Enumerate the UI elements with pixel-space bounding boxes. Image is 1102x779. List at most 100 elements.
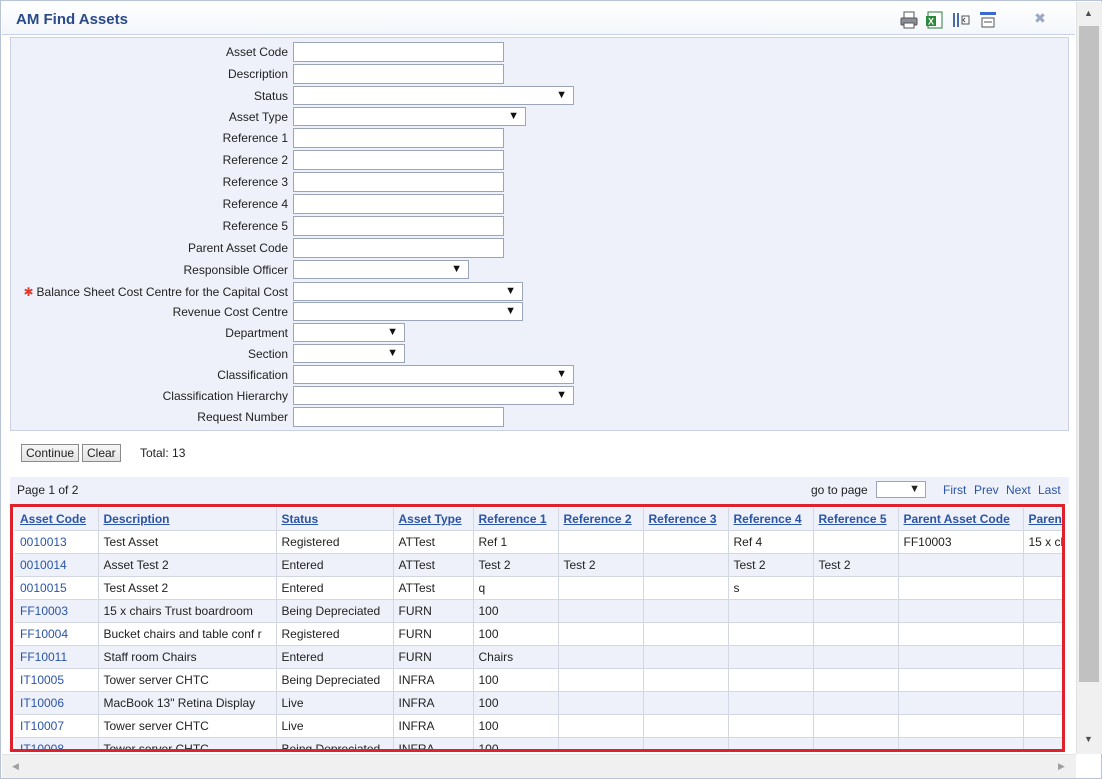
asset-code-link[interactable]: 0010013 [15,530,99,554]
continue-button[interactable]: Continue [21,444,80,462]
column-header[interactable]: Reference 1 [473,508,559,531]
column-header[interactable]: Status [276,508,394,531]
pager-prev-link[interactable]: Prev [974,483,999,497]
column-header[interactable]: Parent Asset Description [1023,508,1062,531]
asset-type-select[interactable]: ▼ [293,107,526,126]
field-label: Reference 5 [222,219,288,233]
table-cell: Entered [276,553,394,577]
table-cell: MacBook 13" Retina Display [98,691,277,715]
reference-5-input[interactable] [293,216,504,236]
pager-next-link[interactable]: Next [1006,483,1031,497]
table-row[interactable]: 0010015 Test Asset 2 Entered ATTest q s [15,576,1062,600]
department-select[interactable]: ▼ [293,323,405,342]
table-cell [1023,553,1062,577]
asset-code-link[interactable]: FF10004 [15,622,99,646]
status-select[interactable]: ▼ [293,86,574,105]
go-to-page-select[interactable]: ▼ [876,481,926,498]
excel-export-icon[interactable]: X [925,10,945,30]
table-row[interactable]: IT10006 MacBook 13" Retina Display Live INF… [15,691,1062,715]
classification-select[interactable]: ▼ [293,365,574,384]
table-cell [898,645,1024,669]
total-count: Total: 13 [140,446,186,460]
clear-button[interactable]: Clear [82,444,121,462]
balance-sheet-cost-centre-label: Balance Sheet Cost Centre for the Capita… [36,285,288,299]
field-label: Description [227,67,288,81]
table-row[interactable]: IT10007 Tower server CHTC Live INFRA 100 [15,714,1062,738]
scroll-right-icon[interactable]: ▶ [1058,761,1065,772]
balance-sheet-cost-centre-select[interactable]: ▼ [293,282,523,301]
classification-hierarchy-select[interactable]: ▼ [293,386,574,405]
svg-text:X: X [928,17,934,27]
asset-code-link[interactable]: IT10005 [15,668,99,692]
vertical-scrollbar[interactable]: ▲ ▼ [1076,2,1102,754]
table-cell [728,645,814,669]
scroll-up-icon[interactable]: ▲ [1084,8,1093,18]
asset-code-link[interactable]: FF10011 [15,645,99,669]
table-row[interactable]: 0010014 Asset Test 2 Entered ATTest Test 2 Te… [15,553,1062,577]
parent-asset-code-input[interactable] [293,238,504,258]
scroll-down-icon[interactable]: ▼ [1084,734,1093,744]
column-header[interactable]: Reference 4 [728,508,814,531]
revenue-cost-centre-select[interactable]: ▼ [293,302,523,321]
table-cell: Being Depreciated [276,668,394,692]
field-label: Reference 4 [222,197,288,211]
column-header[interactable]: Parent Asset Code [898,508,1024,531]
section-select[interactable]: ▼ [293,344,405,363]
column-header[interactable]: Asset Code [15,508,99,531]
pager-first-link[interactable]: First [943,483,966,497]
table-cell: Staff room Chairs [98,645,277,669]
table-cell: ATTest [393,576,474,600]
table-row[interactable]: FF10003 15 x chairs Trust boardroom Being … [15,599,1062,623]
reference-3-input[interactable] [293,172,504,192]
column-header[interactable]: Reference 3 [643,508,729,531]
pager-last-link[interactable]: Last [1038,483,1061,497]
scrollbar-thumb[interactable] [1079,26,1099,682]
table-row[interactable]: 0010013 Test Asset Registered ATTest Ref 1 Re… [15,530,1062,554]
field-row-reference-1: Reference 1 [11,128,1070,148]
asset-code-link[interactable]: IT10008 [15,737,99,749]
am-find-assets-dialog: AM Find Assets X ✖ Asset Code Descriptio… [0,0,1102,779]
print-icon[interactable] [899,10,919,30]
results-table: Asset Code Description Status Asset Type Ref… [15,508,1062,749]
results-grid: Asset Code Description Status Asset Type Ref… [10,504,1065,752]
dropdown-arrow-icon: ▼ [387,347,398,359]
column-header[interactable]: Description [98,508,277,531]
field-label: Revenue Cost Centre [172,305,288,319]
table-row[interactable]: IT10008 Tower server CHTC Being Depreciate… [15,737,1062,749]
table-cell: INFRA [393,737,474,749]
column-header[interactable]: Reference 5 [813,508,899,531]
description-input[interactable] [293,64,504,84]
collapse-icon[interactable] [978,10,998,30]
field-row-reference-4: Reference 4 [11,194,1070,214]
table-cell [643,530,729,554]
reference-4-input[interactable] [293,194,504,214]
table-cell: Entered [276,576,394,600]
table-cell [643,737,729,749]
reference-1-input[interactable] [293,128,504,148]
asset-code-link[interactable]: IT10006 [15,691,99,715]
table-row[interactable]: FF10011 Staff room Chairs Entered FURN Chair… [15,645,1062,669]
table-cell [898,599,1024,623]
close-icon[interactable]: ✖ [1032,10,1048,26]
column-chooser-icon[interactable] [951,10,971,30]
asset-code-link[interactable]: 0010015 [15,576,99,600]
request-number-input[interactable] [293,407,504,427]
responsible-officer-select[interactable]: ▼ [293,260,469,279]
table-cell: Entered [276,645,394,669]
column-header[interactable]: Asset Type [393,508,474,531]
table-cell [643,622,729,646]
table-cell [558,599,644,623]
table-cell [898,622,1024,646]
table-cell: 100 [473,714,559,738]
scroll-left-icon[interactable]: ◀ [12,761,19,772]
asset-code-link[interactable]: FF10003 [15,599,99,623]
table-row[interactable]: IT10005 Tower server CHTC Being Depreciate… [15,668,1062,692]
asset-code-input[interactable] [293,42,504,62]
asset-code-link[interactable]: 0010014 [15,553,99,577]
table-row[interactable]: FF10004 Bucket chairs and table conf r Reg… [15,622,1062,646]
column-header[interactable]: Reference 2 [558,508,644,531]
asset-code-link[interactable]: IT10007 [15,714,99,738]
table-cell [728,599,814,623]
reference-2-input[interactable] [293,150,504,170]
horizontal-scrollbar[interactable]: ◀ ▶ [2,754,1076,778]
